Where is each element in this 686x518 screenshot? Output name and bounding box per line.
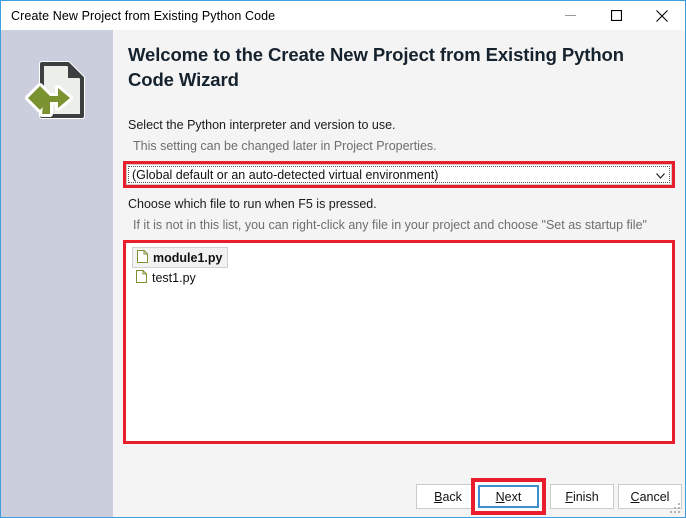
next-label-rest: ext [504, 489, 522, 504]
interpreter-combobox[interactable]: (Global default or an auto-detected virt… [126, 164, 672, 185]
interpreter-prompt-label: Select the Python interpreter and versio… [128, 118, 396, 132]
cancel-mnemonic: C [630, 489, 640, 504]
finish-button[interactable]: Finish [550, 484, 614, 509]
list-item[interactable]: module1.py [126, 247, 672, 268]
interpreter-combo-annotation: (Global default or an auto-detected virt… [123, 161, 675, 188]
wizard-content: Welcome to the Create New Project from E… [113, 30, 685, 517]
startup-file-list-annotation: module1.py test1.py [123, 240, 675, 444]
minimize-icon [564, 10, 576, 21]
list-item-label: test1.py [152, 271, 196, 285]
chevron-down-icon[interactable] [656, 165, 665, 186]
wizard-sidebar [1, 30, 113, 517]
startup-prompt-label: Choose which file to run when F5 is pres… [128, 197, 377, 211]
list-item[interactable]: test1.py [126, 268, 672, 289]
cancel-button-label: Cancel [631, 490, 670, 504]
python-file-icon [136, 270, 147, 286]
dialog-window: Create New Project from Existing Python … [0, 0, 686, 518]
dialog-footer: Back Next Finish Cancel [1, 476, 685, 517]
window-title: Create New Project from Existing Python … [11, 8, 276, 23]
finish-label-rest: inish [572, 489, 599, 504]
back-label-rest: ack [442, 489, 462, 504]
interpreter-combobox-value: (Global default or an auto-detected virt… [132, 167, 439, 182]
close-icon [656, 9, 668, 22]
list-item-label: module1.py [153, 250, 223, 265]
title-bar: Create New Project from Existing Python … [1, 1, 685, 30]
page-title: Welcome to the Create New Project from E… [128, 44, 624, 90]
minimize-button[interactable] [547, 1, 593, 30]
next-button-annotation: Next [471, 478, 546, 515]
next-button-label: Next [496, 490, 522, 504]
finish-mnemonic: F [565, 489, 573, 504]
maximize-icon [610, 10, 622, 21]
startup-hint-label: If it is not in this list, you can right… [133, 218, 647, 232]
list-item-module1[interactable]: module1.py [132, 247, 229, 268]
interpreter-hint-label: This setting can be changed later in Pro… [133, 139, 437, 153]
cancel-label-rest: ancel [639, 489, 670, 504]
maximize-button[interactable] [593, 1, 639, 30]
python-file-icon [137, 249, 148, 266]
resize-grip[interactable] [668, 501, 682, 515]
list-item-test1[interactable]: test1.py [132, 268, 201, 288]
next-button[interactable]: Next [478, 485, 539, 508]
dialog-body: Welcome to the Create New Project from E… [1, 30, 685, 517]
close-button[interactable] [639, 1, 685, 30]
python-import-document-icon [24, 58, 90, 135]
next-mnemonic: N [495, 489, 505, 504]
startup-file-listbox[interactable]: module1.py test1.py [126, 243, 672, 441]
finish-button-label: Finish [565, 490, 598, 504]
back-button-label: Back [434, 490, 462, 504]
